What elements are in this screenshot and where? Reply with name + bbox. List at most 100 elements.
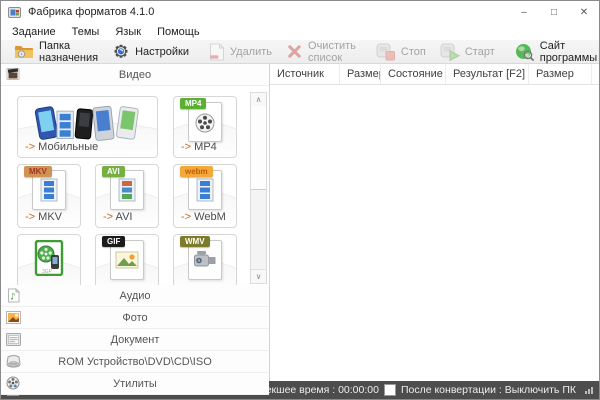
settings-button[interactable]: Настройки bbox=[105, 40, 196, 63]
webm-file-icon: webm bbox=[174, 170, 236, 210]
document-section-icon bbox=[5, 331, 21, 347]
grid-scrollbar[interactable]: ∧ ∨ bbox=[250, 92, 267, 284]
section-audio[interactable]: ♪ Аудио bbox=[1, 285, 269, 307]
activity-bars-icon bbox=[585, 387, 593, 394]
svg-text:♪: ♪ bbox=[10, 292, 16, 302]
scrollbar-thumb[interactable] bbox=[251, 106, 266, 190]
stop-icon bbox=[376, 43, 396, 61]
menu-task[interactable]: Задание bbox=[4, 26, 64, 38]
delete-button[interactable]: Удалить bbox=[202, 40, 279, 63]
audio-section-label: Аудио bbox=[119, 290, 150, 302]
film-reel-icon bbox=[193, 110, 217, 134]
format-cell-mkv[interactable]: MKV -> MKV bbox=[17, 164, 81, 228]
clear-x-icon bbox=[286, 43, 303, 60]
after-conversion-label: После конвертации : Выключить ПК bbox=[401, 384, 576, 396]
app-window: Фабрика форматов 4.1.0 – □ ✕ Задание Тем… bbox=[0, 0, 600, 400]
mp4-file-icon: MP4 bbox=[174, 102, 236, 142]
folder-icon bbox=[14, 44, 34, 60]
settings-label: Настройки bbox=[135, 46, 189, 58]
col-state[interactable]: Состояние bbox=[381, 64, 446, 84]
menu-help[interactable]: Помощь bbox=[149, 26, 208, 38]
filmstrip-color-icon bbox=[117, 178, 137, 202]
format-label: -> MP4 bbox=[181, 141, 217, 153]
avi-tag: AVI bbox=[102, 166, 125, 177]
start-icon bbox=[440, 43, 460, 61]
format-cell-gif[interactable]: GIF bbox=[95, 234, 159, 285]
stop-button[interactable]: Стоп bbox=[369, 40, 433, 63]
utilities-section-icon bbox=[5, 375, 21, 391]
format-cell-avi[interactable]: AVI -> AVI bbox=[95, 164, 159, 228]
col-result[interactable]: Результат [F2] bbox=[446, 64, 529, 84]
gif-tag: GIF bbox=[102, 236, 125, 247]
video-section-label: Видео bbox=[119, 69, 151, 81]
dest-folder-button[interactable]: Папка назначения bbox=[7, 40, 105, 63]
delete-page-icon bbox=[209, 43, 225, 61]
mkv-tag: MKV bbox=[24, 166, 52, 177]
camcorder-icon bbox=[193, 250, 217, 270]
globe-search-icon bbox=[515, 43, 535, 61]
utilities-section-label: Утилиты bbox=[113, 378, 157, 390]
main-area: Видео bbox=[1, 64, 599, 381]
image-icon bbox=[115, 251, 139, 269]
format-label: -> MKV bbox=[25, 211, 62, 223]
stop-label: Стоп bbox=[401, 46, 426, 58]
filmstrip-icon bbox=[195, 178, 215, 202]
scroll-down-icon[interactable]: ∨ bbox=[251, 269, 266, 283]
section-utilities[interactable]: Утилиты bbox=[1, 373, 269, 395]
format-cell-3gp[interactable]: 3GP bbox=[17, 234, 81, 285]
photo-section-label: Фото bbox=[122, 312, 147, 324]
format-label: -> WebM bbox=[181, 211, 226, 223]
section-photo[interactable]: Фото bbox=[1, 307, 269, 329]
website-button[interactable]: Сайт программы bbox=[508, 40, 600, 63]
section-rom-device[interactable]: ROM Устройство\DVD\CD\ISO bbox=[1, 351, 269, 373]
task-table-header: Источник Размер Состояние Результат [F2]… bbox=[270, 64, 599, 85]
format-cell-webm[interactable]: webm -> WebM bbox=[173, 164, 237, 228]
section-document[interactable]: Документ bbox=[1, 329, 269, 351]
audio-section-icon: ♪ bbox=[5, 287, 21, 303]
format-label: -> AVI bbox=[103, 211, 132, 223]
format-cell-mp4[interactable]: MP4 -> MP4 bbox=[173, 96, 237, 158]
format-label: -> Мобильные bbox=[25, 141, 98, 153]
document-section-label: Документ bbox=[111, 334, 160, 346]
delete-label: Удалить bbox=[230, 46, 272, 58]
section-video[interactable]: Видео bbox=[1, 64, 269, 86]
mkv-file-icon: MKV bbox=[18, 170, 80, 210]
col-filler bbox=[592, 64, 599, 84]
menu-themes[interactable]: Темы bbox=[64, 26, 108, 38]
after-conversion-checkbox[interactable] bbox=[384, 384, 396, 396]
close-button[interactable]: ✕ bbox=[569, 1, 599, 23]
rom-device-icon bbox=[5, 353, 21, 369]
minimize-button[interactable]: – bbox=[509, 1, 539, 23]
mobile-devices-icon bbox=[18, 102, 157, 144]
statusbar-right: Истекшее время : 00:00:00 После конверта… bbox=[248, 384, 593, 396]
toolbar: Папка назначения Настройки bbox=[1, 40, 599, 64]
col-size[interactable]: Размер bbox=[340, 64, 381, 84]
gear-icon bbox=[112, 43, 130, 61]
mp4-tag: MP4 bbox=[180, 98, 206, 109]
clear-list-label: Очистить список bbox=[308, 40, 356, 64]
wmv-tag: WMV bbox=[180, 236, 210, 247]
window-controls: – □ ✕ bbox=[509, 1, 599, 23]
format-cell-wmv[interactable]: WMV bbox=[173, 234, 237, 285]
webm-tag: webm bbox=[180, 166, 213, 177]
svg-text:3GP: 3GP bbox=[42, 269, 53, 275]
website-label: Сайт программы bbox=[540, 40, 597, 64]
task-list-panel: Источник Размер Состояние Результат [F2]… bbox=[270, 64, 599, 381]
title-bar: Фабрика форматов 4.1.0 – □ ✕ bbox=[1, 1, 599, 23]
clear-list-button[interactable]: Очистить список bbox=[279, 40, 363, 63]
col-source[interactable]: Источник bbox=[270, 64, 340, 84]
format-cell-mobile[interactable]: -> Мобильные bbox=[17, 96, 158, 158]
menu-language[interactable]: Язык bbox=[107, 26, 149, 38]
task-list-body[interactable] bbox=[270, 85, 599, 381]
video-format-grid: -> Мобильные MP4 bbox=[1, 86, 269, 285]
3gp-file-icon: 3GP bbox=[18, 240, 80, 276]
video-section-icon bbox=[5, 66, 21, 82]
rom-device-section-label: ROM Устройство\DVD\CD\ISO bbox=[58, 356, 212, 368]
col-size2[interactable]: Размер bbox=[529, 64, 592, 84]
wmv-file-icon: WMV bbox=[174, 240, 236, 280]
scroll-up-icon[interactable]: ∧ bbox=[251, 93, 266, 107]
start-button[interactable]: Старт bbox=[433, 40, 502, 63]
filmstrip-icon bbox=[39, 178, 59, 202]
menu-bar: Задание Темы Язык Помощь bbox=[1, 23, 599, 40]
maximize-button[interactable]: □ bbox=[539, 1, 569, 23]
